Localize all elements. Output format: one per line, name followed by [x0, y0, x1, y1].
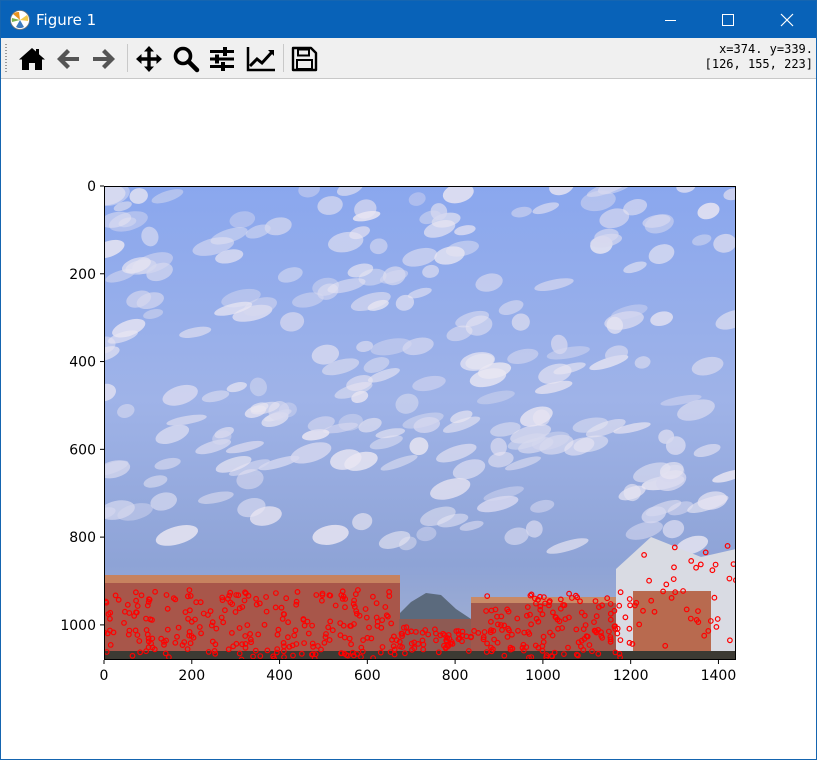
y-tick-label: 400	[69, 355, 96, 371]
navigation-toolbar: x=374. y=339. [126, 155, 223]	[1, 38, 816, 79]
y-axis: 0 200 400 600 800 1000	[60, 179, 104, 634]
cursor-position-text: x=374. y=339.	[719, 42, 813, 56]
figure-window: Figure 1 x=374. y=339. [126, 155, 223] 0…	[0, 0, 817, 760]
x-tick-label: 800	[442, 668, 469, 684]
toolbar-separator	[283, 44, 284, 72]
forward-button[interactable]	[87, 42, 121, 74]
x-tick-label: 1200	[613, 668, 649, 684]
pixel-value-text: [126, 155, 223]	[704, 57, 813, 71]
configure-subplots-button[interactable]	[205, 42, 239, 74]
maximize-icon	[722, 14, 734, 26]
line-chart-icon	[246, 47, 275, 72]
move-icon	[136, 46, 162, 72]
x-tick-label: 0	[100, 668, 109, 684]
y-tick-label: 1000	[60, 618, 96, 634]
back-button[interactable]	[51, 42, 85, 74]
figure-canvas[interactable]: 0 200 400 600 800 1000 1200 1400 0 200 400 600 800 1…	[1, 79, 816, 759]
matplotlib-logo-icon	[10, 10, 30, 30]
y-tick-label: 600	[69, 442, 96, 458]
pan-button[interactable]	[132, 42, 166, 74]
arrow-right-icon	[93, 49, 115, 69]
home-button[interactable]	[15, 42, 49, 74]
x-tick-label: 1000	[525, 668, 561, 684]
arrow-left-icon	[57, 49, 79, 69]
sliders-icon	[210, 47, 234, 71]
window-title: Figure 1	[36, 11, 97, 29]
x-axis: 0 200 400 600 800 1000 1200 1400	[100, 660, 737, 684]
save-button[interactable]	[287, 42, 321, 74]
toolbar-separator	[127, 44, 128, 72]
magnifier-icon	[173, 46, 200, 73]
x-tick-label: 600	[354, 668, 381, 684]
home-icon	[19, 48, 45, 70]
displayed-image[interactable]	[89, 174, 752, 662]
y-tick-label: 200	[69, 267, 96, 283]
x-tick-label: 200	[178, 668, 205, 684]
close-button[interactable]	[758, 1, 816, 38]
x-tick-label: 400	[266, 668, 293, 684]
maximize-button[interactable]	[699, 1, 757, 38]
cursor-coordinates-readout: x=374. y=339. [126, 155, 223]	[705, 42, 813, 72]
toolbar-grip[interactable]	[5, 44, 7, 72]
y-tick-label: 0	[87, 179, 96, 195]
floppy-disk-icon	[291, 46, 318, 72]
x-tick-label: 1400	[701, 668, 737, 684]
y-tick-label: 800	[69, 530, 96, 546]
edit-axis-button[interactable]	[243, 42, 277, 74]
title-bar[interactable]: Figure 1	[1, 1, 816, 38]
plot-area: 0 200 400 600 800 1000 1200 1400 0 200 400 600 800 1…	[60, 174, 752, 684]
minimize-icon	[665, 20, 676, 21]
minimize-button[interactable]	[641, 1, 699, 38]
close-icon	[780, 13, 794, 27]
zoom-button[interactable]	[169, 42, 203, 74]
